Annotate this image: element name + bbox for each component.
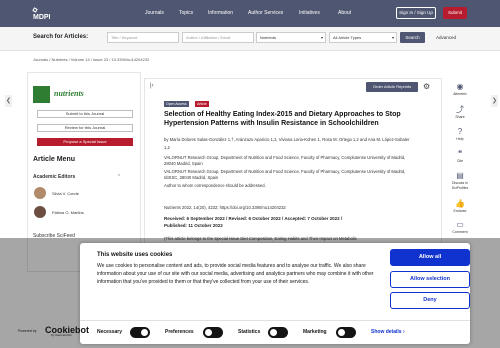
quote-icon: ❝ (457, 149, 463, 158)
mdpi-logo[interactable]: MDPI (32, 7, 55, 21)
submit-button[interactable]: Submit (443, 7, 467, 19)
statistics-label: Statistics (238, 329, 261, 335)
academic-editors-heading[interactable]: Academic Editors (33, 174, 75, 180)
mdpi-hex-icon (32, 7, 38, 13)
tool-endorse[interactable]: 👍 Endorse (448, 199, 472, 214)
comment-icon: ▭ (456, 220, 464, 229)
open-access-badge: Open Access (164, 101, 189, 107)
article-type-select[interactable]: All Article Types (329, 32, 397, 43)
cookiebot-logo[interactable]: Cookiebot by Usercentrics (45, 325, 89, 337)
marketing-toggle[interactable] (336, 327, 356, 338)
nav-about[interactable]: About (338, 10, 351, 16)
necessary-label: Necessary (97, 329, 123, 335)
nav-journals[interactable]: Journals (145, 10, 164, 16)
journal-logo[interactable]: nutrients (33, 84, 133, 108)
nav-topics[interactable]: Topics (179, 10, 193, 16)
citation[interactable]: Nutrients 2022, 14(20), 4232; https://do… (164, 205, 414, 210)
affiliations: VALORNUT Research Group, Department of N… (164, 155, 414, 189)
powered-by-label: Powered by (18, 329, 37, 333)
search-label: Search for Articles: (33, 34, 89, 40)
published-date: Published: 11 October 2022 (164, 223, 223, 228)
tool-discuss[interactable]: ▤ Discuss in SciProfiles (448, 171, 472, 190)
chevron-right-icon: › (402, 329, 405, 335)
collapse-sidebar-icon[interactable]: |‹ (150, 83, 154, 89)
submit-to-journal-button[interactable]: Submit to this Journal (37, 110, 133, 118)
gear-icon[interactable]: ⚙ (423, 82, 430, 91)
review-for-journal-button[interactable]: Review for this Journal (37, 124, 133, 132)
journal-name: nutrients (54, 89, 84, 98)
search-button[interactable]: Search (400, 32, 425, 43)
propose-special-issue-button[interactable]: Propose a Special Issue (37, 138, 133, 146)
preferences-toggle[interactable] (203, 327, 223, 338)
altmetric-icon: ◉ (456, 82, 464, 91)
nutrients-logo-icon (33, 86, 50, 103)
nav-information[interactable]: Information (208, 10, 233, 16)
tool-altmetric[interactable]: ◉ Altmetric (448, 82, 472, 97)
article-type-badge: Article (195, 101, 209, 107)
received-dates: Received: 6 September 2022 / Revised: 6 … (164, 216, 343, 221)
order-reprints-button[interactable]: Order Article Reprints (366, 82, 418, 92)
cookie-text: We use cookies to personalise content an… (97, 263, 374, 285)
article-menu-heading: Article Menu (33, 156, 76, 163)
article-dates: Received: 6 September 2022 / Revised: 6 … (164, 215, 414, 229)
correspondence-note: Author to whom correspondence should be … (164, 183, 266, 188)
affiliation-2: VALORNUT Research Group, Department of N… (164, 169, 406, 180)
allow-selection-button[interactable]: Allow selection (390, 271, 470, 288)
preferences-label: Preferences (165, 329, 194, 335)
tool-help[interactable]: ? Help (448, 127, 472, 142)
breadcrumb: Journals / Nutrients / Volume 14 / Issue… (33, 57, 150, 62)
tool-comment[interactable]: ▭ Comment (448, 220, 472, 235)
statistics-toggle[interactable] (268, 327, 288, 338)
toggle-knob (141, 329, 148, 336)
editor-name[interactable]: Silvia V. Conde (52, 191, 79, 196)
discuss-icon: ▤ (456, 171, 464, 180)
avatar[interactable] (34, 206, 46, 218)
prev-article-chevron-icon[interactable]: ❮ (5, 95, 12, 107)
toggle-knob (338, 329, 345, 336)
article-title: Selection of Healthy Eating Index-2015 a… (164, 111, 401, 127)
cookie-title: This website uses cookies (97, 252, 173, 258)
author-input[interactable]: Author / Affiliation / Email (182, 32, 254, 43)
necessary-toggle[interactable] (130, 327, 150, 338)
avatar[interactable] (34, 187, 46, 199)
cookie-divider (80, 320, 470, 321)
next-article-chevron-icon[interactable]: ❯ (491, 95, 498, 107)
nav-author-services[interactable]: Author Services (248, 10, 283, 16)
journal-select[interactable]: Nutrients (256, 32, 326, 43)
deny-button[interactable]: Deny (390, 292, 470, 309)
thumbs-up-icon: 👍 (455, 199, 465, 208)
nav-initiatives[interactable]: Initiatives (299, 10, 320, 16)
logo-text: MDPI (33, 14, 51, 21)
affiliation-1: VALORNUT Research Group, Department of N… (164, 155, 406, 166)
share-icon: ⤴ (456, 105, 464, 114)
article-authors[interactable]: by María Dolores Salas-González 1,†, Ará… (164, 136, 416, 151)
marketing-label: Marketing (303, 329, 327, 335)
editor-name[interactable]: Fátima O. Martins (52, 210, 84, 215)
tool-cite[interactable]: ❝ Cite (448, 149, 472, 164)
title-keyword-input[interactable]: Title / Keyword (107, 32, 179, 43)
signin-button[interactable]: Sign In / Sign Up (396, 7, 436, 19)
toggle-knob (205, 329, 212, 336)
show-details-link[interactable]: Show details › (371, 329, 405, 335)
advanced-search-link[interactable]: Advanced (436, 35, 456, 40)
help-icon: ? (457, 127, 463, 136)
toggle-knob (270, 329, 277, 336)
allow-all-button[interactable]: Allow all (390, 249, 470, 266)
chevron-up-icon[interactable]: ⌃ (117, 174, 121, 180)
tool-share[interactable]: ⤴ Share (448, 105, 472, 120)
